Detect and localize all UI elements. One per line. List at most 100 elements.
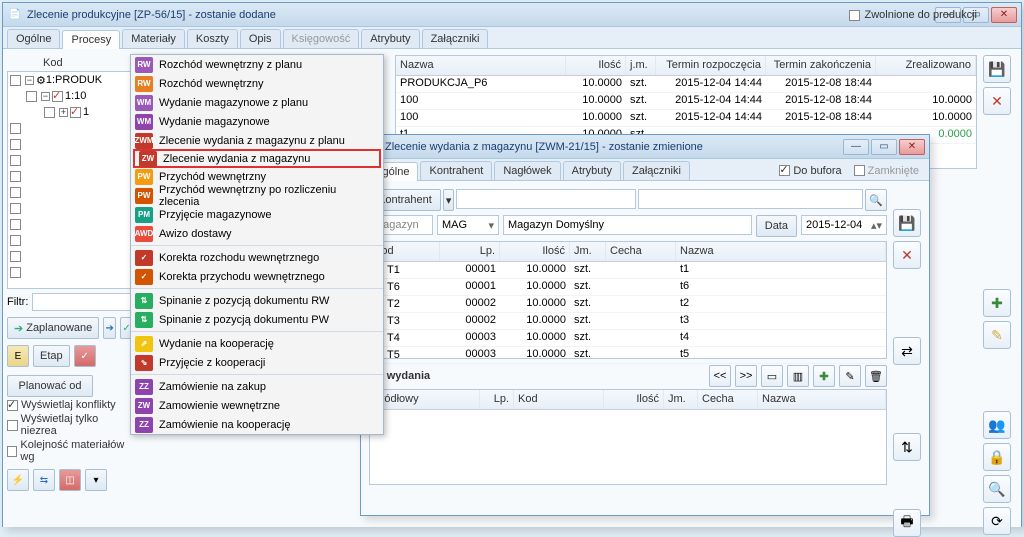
nav-prev[interactable]: <<: [709, 365, 731, 387]
menu-item[interactable]: WMWydanie magazynowe z planu: [131, 93, 383, 112]
tree-row-e10[interactable]: [8, 264, 132, 280]
tb-add[interactable]: ✚: [813, 365, 835, 387]
g3h-src[interactable]: Źródłowy: [370, 390, 480, 409]
tab-materialy[interactable]: Materiały: [122, 29, 185, 48]
data-button[interactable]: Data: [756, 215, 797, 237]
gh-end[interactable]: Termin zakończenia: [766, 56, 876, 75]
tree-row-e8[interactable]: [8, 232, 132, 248]
chk-kolej[interactable]: Kolejność materiałów wg: [7, 439, 133, 463]
sb-lock-icon[interactable]: 🔒: [983, 443, 1011, 471]
mag-code[interactable]: MAG▾: [437, 215, 499, 235]
kontrahent-dd[interactable]: ▾: [443, 189, 455, 211]
g3h-ilosc[interactable]: Ilość: [604, 390, 664, 409]
menu-item[interactable]: ZWMZlecenie wydania z magazynu z planu: [131, 131, 383, 150]
g3h-nazwa[interactable]: Nazwa: [758, 390, 886, 409]
sb-people-icon[interactable]: 👥: [983, 411, 1011, 439]
menu-item[interactable]: ⇅Spinanie z pozycją dokumentu PW: [131, 310, 383, 329]
sub-min-button[interactable]: —: [843, 139, 869, 155]
w2-cancel-icon[interactable]: ✕: [893, 241, 921, 269]
table-row[interactable]: T10000110.0000szt.t1: [370, 262, 886, 279]
g3h-lp[interactable]: Lp.: [480, 390, 514, 409]
menu-item[interactable]: ⇘Przyjęcie z kooperacji: [131, 353, 383, 372]
table-row[interactable]: 10010.0000szt.2015-12-04 14:442015-12-08…: [396, 93, 976, 110]
tab-atrybuty[interactable]: Atrybuty: [361, 29, 419, 48]
tb-a[interactable]: ▭: [761, 365, 783, 387]
sb-refresh-icon[interactable]: ⟳: [983, 507, 1011, 535]
tree-row-1[interactable]: − 1:10: [8, 88, 132, 104]
g2h-cecha[interactable]: Cecha: [606, 242, 676, 261]
context-menu[interactable]: RWRozchód wewnętrzny z planuRWRozchód we…: [130, 54, 384, 435]
menu-item[interactable]: ⇅Spinanie z pozycją dokumentu RW: [131, 291, 383, 310]
table-row[interactable]: T50000310.0000szt.t5: [370, 347, 886, 364]
red-cal-button[interactable]: ◫: [59, 469, 81, 491]
g2h-jm[interactable]: Jm.: [570, 242, 606, 261]
menu-item[interactable]: ✓Korekta rozchodu wewnętrznego: [131, 248, 383, 267]
menu-item[interactable]: AWDAwizo dostawy: [131, 224, 383, 243]
gh-nazwa[interactable]: Nazwa: [396, 56, 566, 75]
sb-edit-icon[interactable]: ✎: [983, 321, 1011, 349]
zaplanowane-button[interactable]: ➔Zaplanowane: [7, 317, 99, 339]
spark-button[interactable]: ⚡: [7, 469, 29, 491]
menu-item[interactable]: PWPrzychód wewnętrzny po rozliczeniu zle…: [131, 186, 383, 205]
table-row[interactable]: T30000210.0000szt.t3: [370, 313, 886, 330]
dd-button[interactable]: ▾: [85, 469, 107, 491]
data-field[interactable]: 2015-12-04▴▾: [801, 215, 887, 235]
tree-row-e9[interactable]: [8, 248, 132, 264]
tree-row-e7[interactable]: [8, 216, 132, 232]
g2h-nazwa[interactable]: Nazwa: [676, 242, 886, 261]
chk-niezrea[interactable]: Wyświetlaj tylko niezrea: [7, 413, 133, 437]
gh-zreal[interactable]: Zrealizowano: [876, 56, 976, 75]
tree-row-e2[interactable]: [8, 136, 132, 152]
tree-row-e6[interactable]: [8, 200, 132, 216]
tab-procesy[interactable]: Procesy: [62, 30, 120, 49]
close-button[interactable]: ✕: [991, 7, 1017, 23]
w2-print-icon[interactable]: 🖶: [893, 509, 921, 537]
w2-save-icon[interactable]: 💾: [893, 209, 921, 237]
sub-tab-kontrahent[interactable]: Kontrahent: [420, 161, 492, 180]
tree-row-e5[interactable]: [8, 184, 132, 200]
table-row[interactable]: T40000310.0000szt.t4: [370, 330, 886, 347]
planowac-button[interactable]: Planować od: [7, 375, 93, 397]
sub-tab-zalaczniki[interactable]: Załączniki: [623, 161, 690, 180]
tab-zalaczniki[interactable]: Załączniki: [422, 29, 489, 48]
menu-item[interactable]: WMWydanie magazynowe: [131, 112, 383, 131]
tb-b[interactable]: ▥: [787, 365, 809, 387]
sb-add-icon[interactable]: ✚: [983, 289, 1011, 317]
tb-edit[interactable]: ✎: [839, 365, 861, 387]
table-row[interactable]: T60000110.0000szt.t6: [370, 279, 886, 296]
menu-item[interactable]: ZZZamówienie na zakup: [131, 377, 383, 396]
arrow-button[interactable]: ➔: [103, 317, 116, 339]
sub-close-button[interactable]: ✕: [899, 139, 925, 155]
menu-item[interactable]: RWRozchód wewnętrzny: [131, 74, 383, 93]
kontrahent-name-field[interactable]: [638, 189, 863, 209]
w2-arrows-icon[interactable]: ⇅: [893, 433, 921, 461]
gh-ilosc[interactable]: Ilość: [566, 56, 626, 75]
gh-start[interactable]: Termin rozpoczęcia: [656, 56, 766, 75]
e-button[interactable]: E: [7, 345, 29, 367]
sub-max-button[interactable]: ▭: [871, 139, 897, 155]
mag-desc[interactable]: Magazyn Domyślny: [503, 215, 752, 235]
g2h-lp[interactable]: Lp.: [440, 242, 500, 261]
search-button[interactable]: 🔍: [865, 189, 887, 211]
menu-item[interactable]: ZWZlecenie wydania z magazynu: [133, 149, 381, 168]
tab-ogolne[interactable]: Ogólne: [7, 29, 60, 48]
tree-row-2[interactable]: + 1: [8, 104, 132, 120]
menu-item[interactable]: ✓Korekta przychodu wewnętrznego: [131, 267, 383, 286]
tab-opis[interactable]: Opis: [240, 29, 281, 48]
menu-item[interactable]: ZZZamówienie na kooperację: [131, 415, 383, 434]
tb-del[interactable]: 🗑: [865, 365, 887, 387]
tree-row-0[interactable]: −⚙ 1:PRODUK: [8, 72, 132, 88]
table-row[interactable]: PRODUKCJA_P610.0000szt.2015-12-04 14:442…: [396, 76, 976, 93]
zwolnione-check[interactable]: Zwolnione do produkcji: [849, 9, 977, 21]
etap-button[interactable]: Etap: [33, 345, 70, 367]
red-check-button[interactable]: ✓: [74, 345, 96, 367]
menu-item[interactable]: ⇗Wydanie na kooperację: [131, 334, 383, 353]
do-bufora-check[interactable]: Do bufora: [779, 165, 841, 177]
g3h-jm[interactable]: Jm.: [664, 390, 698, 409]
nav-next[interactable]: >>: [735, 365, 757, 387]
g2h-ilosc[interactable]: Ilość: [500, 242, 570, 261]
tab-koszty[interactable]: Koszty: [187, 29, 238, 48]
chk-konflikty[interactable]: Wyświetlaj konflikty: [7, 399, 133, 411]
menu-item[interactable]: ZWZamowienie wewnętrzne: [131, 396, 383, 415]
cancel-x-icon[interactable]: ✕: [983, 87, 1011, 115]
